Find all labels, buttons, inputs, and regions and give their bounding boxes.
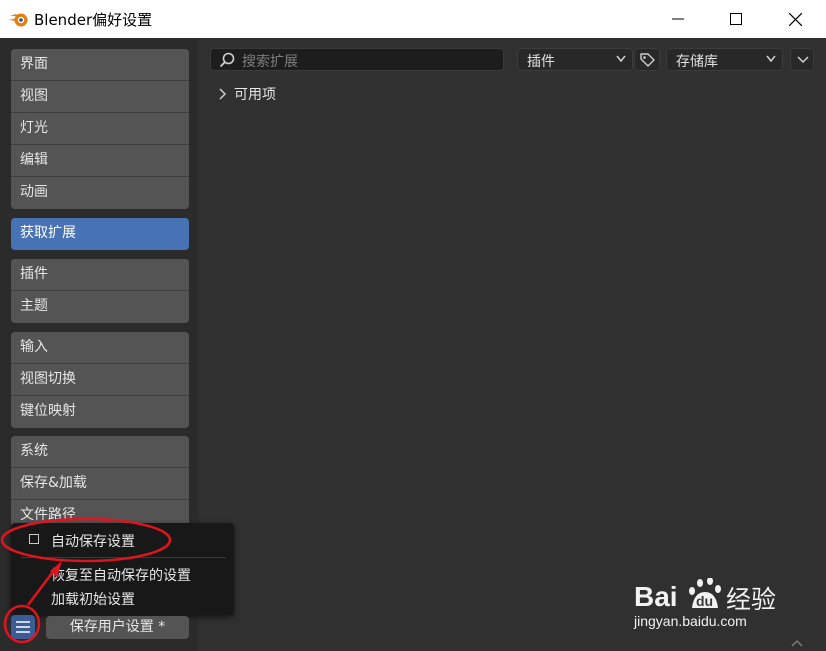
repository-dropdown-label: 存储库 <box>676 54 718 70</box>
minimize-icon <box>672 18 684 20</box>
sidebar-item-addons[interactable]: 插件 <box>11 259 189 291</box>
svg-text:Bai: Bai <box>634 581 678 612</box>
chevron-down-icon <box>616 55 626 63</box>
section-available-label: 可用项 <box>234 87 276 103</box>
search-icon <box>219 52 235 68</box>
sidebar-group-ui: 界面 视图 灯光 编辑 动画 <box>11 49 189 209</box>
chevron-down-icon <box>797 56 809 64</box>
close-button[interactable] <box>772 0 818 38</box>
menu-item-load-factory[interactable]: 加载初始设置 <box>11 586 234 610</box>
sidebar-item-input[interactable]: 输入 <box>11 332 189 364</box>
title-bar: Blender偏好设置 <box>0 0 826 38</box>
sidebar-item-lights[interactable]: 灯光 <box>11 113 189 145</box>
menu-icon <box>16 621 30 633</box>
options-dropdown-button[interactable] <box>790 48 814 71</box>
maximize-icon <box>730 13 742 25</box>
svg-text:du: du <box>696 593 713 609</box>
minimize-button[interactable] <box>655 0 701 38</box>
search-placeholder: 搜索扩展 <box>242 54 298 70</box>
sidebar-item-navigation[interactable]: 视图切换 <box>11 364 189 396</box>
menu-separator <box>21 557 226 558</box>
sidebar-group-extensions: 获取扩展 <box>11 218 189 250</box>
sidebar-item-viewport[interactable]: 视图 <box>11 81 189 113</box>
menu-item-autosave-label: 自动保存设置 <box>51 534 135 550</box>
baidu-watermark: Bai du 经验 jingyan.baidu.com <box>634 577 784 629</box>
window-title: Blender偏好设置 <box>34 11 153 29</box>
chevron-right-icon <box>219 88 227 100</box>
hamburger-menu-button[interactable] <box>11 615 35 639</box>
repository-dropdown[interactable]: 存储库 <box>666 48 783 71</box>
search-input[interactable]: 搜索扩展 <box>210 48 504 71</box>
watermark-brand: 经验 <box>726 585 777 614</box>
sidebar-group-input: 输入 视图切换 键位映射 <box>11 332 189 428</box>
watermark-url: jingyan.baidu.com <box>634 613 747 629</box>
sidebar-item-keymap[interactable]: 键位映射 <box>11 396 189 428</box>
sidebar-group-addons: 插件 主题 <box>11 259 189 323</box>
sidebar-item-animation[interactable]: 动画 <box>11 177 189 209</box>
maximize-button[interactable] <box>713 0 759 38</box>
save-preferences-button[interactable]: 保存用户设置 * <box>46 616 189 639</box>
chevron-down-icon <box>766 55 776 63</box>
sidebar-item-interface[interactable]: 界面 <box>11 49 189 81</box>
menu-item-load-factory-label: 加载初始设置 <box>51 592 135 608</box>
type-dropdown[interactable]: 插件 <box>517 48 633 71</box>
autosave-checkbox[interactable] <box>29 534 39 544</box>
sidebar-group-system: 系统 保存&加载 文件路径 <box>11 436 189 532</box>
sidebar-item-get-extensions[interactable]: 获取扩展 <box>11 218 189 250</box>
main-panel: 搜索扩展 插件 存储库 可用项 <box>198 38 826 651</box>
section-available[interactable]: 可用项 <box>218 84 276 104</box>
menu-item-revert-autosave[interactable]: 恢复至自动保存的设置 <box>11 562 234 586</box>
sidebar-item-save-load[interactable]: 保存&加载 <box>11 468 189 500</box>
tag-filter-button[interactable] <box>634 48 660 71</box>
sidebar-item-system[interactable]: 系统 <box>11 436 189 468</box>
preferences-menu-popup: 自动保存设置 恢复至自动保存的设置 加载初始设置 <box>11 523 234 615</box>
type-dropdown-label: 插件 <box>527 54 555 70</box>
close-icon <box>788 12 802 26</box>
blender-logo-icon <box>9 13 28 27</box>
menu-item-autosave[interactable]: 自动保存设置 <box>11 528 234 552</box>
sidebar-item-editing[interactable]: 编辑 <box>11 145 189 177</box>
menu-item-revert-label: 恢复至自动保存的设置 <box>51 568 191 584</box>
sidebar-item-themes[interactable]: 主题 <box>11 291 189 323</box>
scroll-grip-icon[interactable] <box>790 639 804 649</box>
tag-icon <box>640 53 655 67</box>
